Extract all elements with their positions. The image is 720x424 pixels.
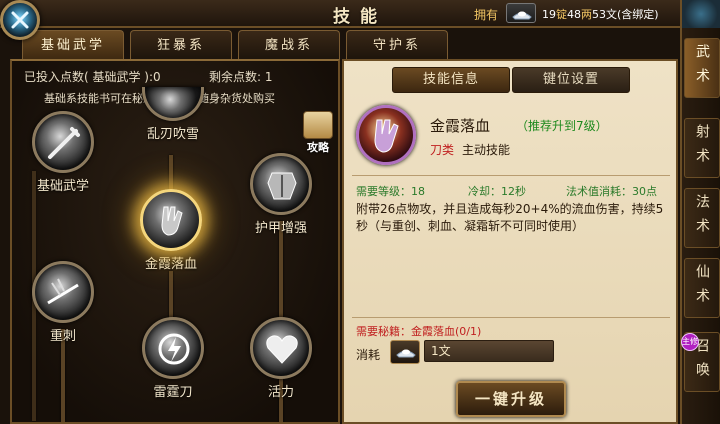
close-icon	[11, 11, 29, 29]
skill-label: 乱刃吹雪	[146, 127, 199, 142]
side-tab-label: 武术	[694, 44, 710, 92]
scroll-icon	[303, 111, 333, 139]
skill-label: 活力	[267, 385, 294, 400]
skill-name: 金霞落血	[430, 117, 491, 135]
skill-label: 基础武学	[36, 179, 89, 194]
divider	[352, 317, 670, 318]
divider	[352, 175, 670, 176]
main-cultivation-badge: 主修	[681, 333, 699, 351]
skill-label: 重刺	[49, 329, 76, 344]
remaining-points: 剩余点数: 1	[209, 70, 273, 84]
close-button[interactable]	[0, 0, 40, 40]
tab-berserk[interactable]: 狂暴系	[130, 30, 232, 60]
gauntlet-icon	[356, 105, 416, 165]
book-requirement: 需要秘籍：金霞落血(0/1)	[356, 325, 482, 338]
armor-icon	[250, 153, 312, 215]
heart-icon	[250, 317, 312, 379]
side-tab-immortal[interactable]: 仙术	[684, 258, 720, 318]
skill-node-thunder-blade[interactable]: 雷霆刀	[142, 317, 204, 400]
skill-label: 雷霆刀	[153, 385, 193, 400]
topbar-ornament	[680, 0, 720, 28]
tab-demon-war[interactable]: 魔战系	[238, 30, 340, 60]
skill-node-heavy-thrust[interactable]: 重刺	[32, 261, 94, 344]
skill-info-panel: 技能信息 键位设置 金霞落血 （推荐升到7级） 刀类 主动技能 需要等级：18 …	[342, 59, 678, 424]
cost-value: 1文	[424, 340, 554, 362]
skill-label: 金霞落血	[144, 257, 197, 272]
one-click-upgrade-button[interactable]: 一键升级	[456, 381, 566, 417]
tab-guardian[interactable]: 守护系	[346, 30, 448, 60]
wealth-label: 拥有	[474, 8, 499, 22]
skill-description: 附带26点物攻，并且造成每秒20+4%的流血伤害，持续5秒（与重创、刺血、凝霜斩…	[356, 202, 664, 233]
skill-type: 主动技能	[462, 143, 511, 157]
required-level: 需要等级：18	[356, 185, 425, 198]
tab-skill-info[interactable]: 技能信息	[392, 67, 510, 93]
side-tab-bar: 武术 射术 法术 仙术 主修 召唤	[680, 28, 720, 424]
tab-keybind-settings[interactable]: 键位设置	[512, 67, 630, 93]
skill-tree-panel: 已投入点数( 基础武学 ):0 剩余点数: 1 基础系技能书可在秘籍收藏家或随身…	[10, 59, 340, 424]
skill-category: 刀类	[430, 143, 455, 157]
title-bar: 技能 拥有 19锭48两53文(含绑定)	[0, 0, 720, 28]
strategy-button[interactable]: 攻略	[298, 111, 338, 155]
side-tab-label: 射术	[694, 124, 710, 172]
side-tab-label: 法术	[694, 194, 710, 242]
thrust-icon	[32, 261, 94, 323]
tab-basic[interactable]: 基础武学	[22, 30, 124, 60]
thunder-icon	[142, 317, 204, 379]
skill-label: 护甲增强	[254, 221, 307, 236]
silver-ingot-icon	[506, 3, 536, 23]
skill-node-armor-boost[interactable]: 护甲增强	[250, 153, 312, 236]
side-tab-martial[interactable]: 武术	[684, 38, 720, 98]
skill-node-golden-bleed[interactable]: 金霞落血	[140, 189, 202, 272]
side-tab-archery[interactable]: 射术	[684, 118, 720, 178]
skill-node-vitality[interactable]: 活力	[250, 317, 312, 400]
skill-node-blade-snow[interactable]: 乱刃吹雪	[142, 87, 204, 142]
cost-label: 消耗	[356, 348, 381, 362]
wealth-amount: 19锭48两53文(含绑定)	[542, 8, 659, 21]
mana-cost: 法术值消耗：30点	[566, 185, 657, 198]
side-tab-label: 仙术	[694, 264, 710, 312]
silver-ingot-icon	[390, 340, 420, 364]
blade-snow-icon	[142, 87, 204, 121]
sword-icon	[32, 111, 94, 173]
cooldown: 冷却：12秒	[468, 185, 526, 198]
side-tab-magic[interactable]: 法术	[684, 188, 720, 248]
side-tab-summon[interactable]: 主修 召唤	[681, 332, 720, 392]
recommend-level: （推荐升到7级）	[516, 119, 608, 133]
gauntlet-icon	[140, 189, 202, 251]
invested-points: 已投入点数( 基础武学 ):0	[24, 70, 161, 84]
skill-node-basic-martial[interactable]: 基础武学	[32, 111, 94, 194]
strategy-label: 攻略	[307, 141, 329, 154]
